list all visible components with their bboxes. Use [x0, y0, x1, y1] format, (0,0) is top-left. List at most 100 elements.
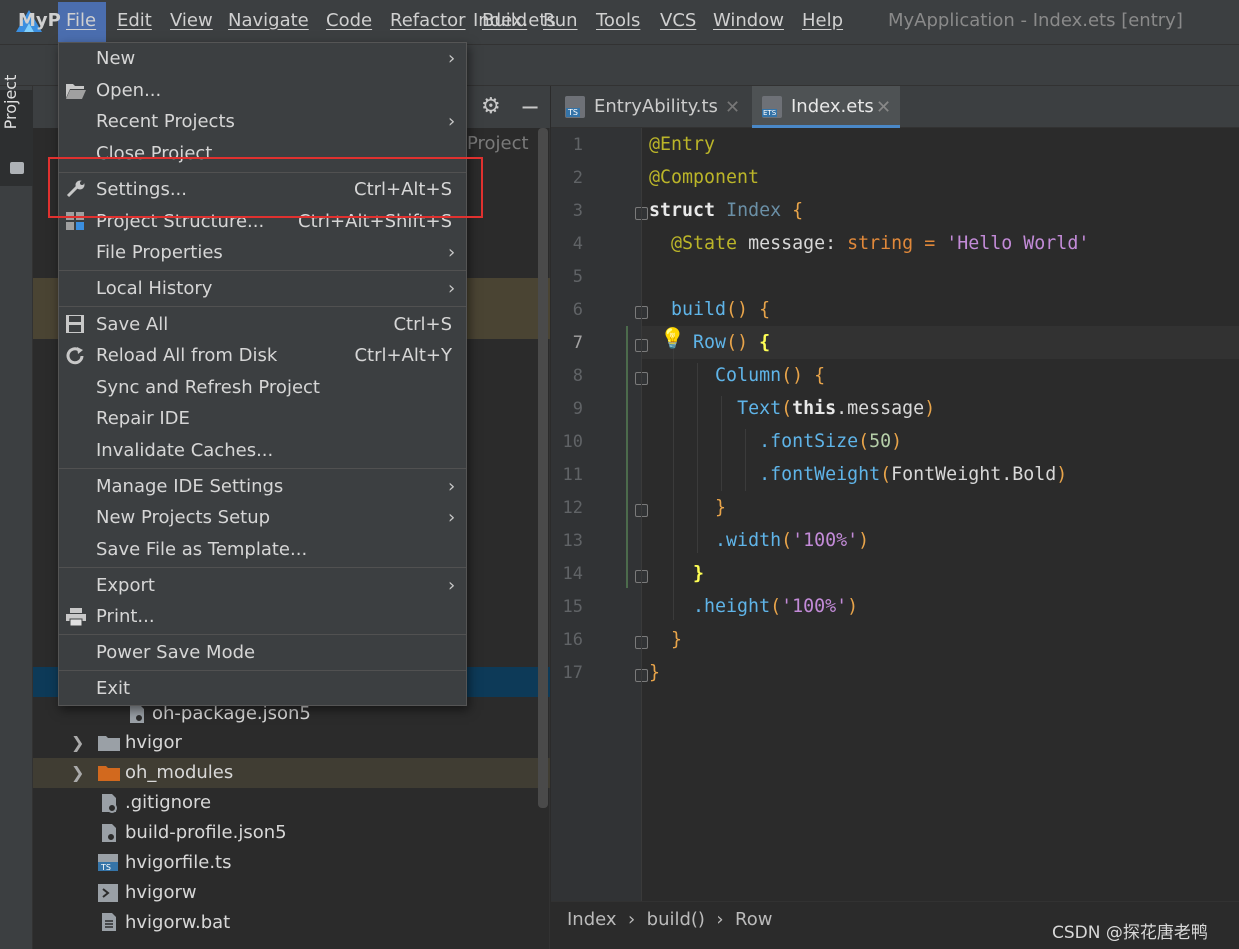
chevron-right-icon: ›	[448, 48, 456, 69]
menu-file[interactable]: File	[66, 10, 96, 31]
breadcrumb[interactable]: Index › build() › Row	[567, 909, 772, 930]
code-line: Row() {	[693, 332, 771, 353]
line-number: 2	[572, 168, 583, 188]
ets-file-icon: ETS	[762, 96, 782, 118]
menu-item-power-save-mode[interactable]: Power Save Mode	[96, 642, 255, 663]
chevron-right-icon: ›	[448, 242, 456, 263]
menu-window[interactable]: Window	[713, 10, 784, 31]
chevron-right-icon: ›	[448, 575, 456, 596]
menu-item-save-as-template[interactable]: Save File as Template...	[96, 539, 307, 560]
indent-guide	[697, 363, 698, 553]
line-number: 16	[562, 630, 583, 650]
code-line: @State message: string = 'Hello World'	[671, 233, 1090, 254]
ts-file-icon: TS	[98, 854, 118, 872]
line-number: 11	[562, 465, 583, 485]
menu-vcs[interactable]: VCS	[660, 10, 696, 31]
menu-item-save-all[interactable]: Save All	[96, 314, 168, 335]
tree-item-build-profile[interactable]: build-profile.json5	[125, 822, 287, 843]
menu-view[interactable]: View	[170, 10, 213, 31]
line-number: 5	[572, 267, 583, 287]
chevron-right-icon[interactable]: ❯	[71, 763, 84, 782]
menu-separator	[59, 567, 466, 568]
gutter-divider	[641, 128, 642, 901]
menu-item-invalidate-caches[interactable]: Invalidate Caches...	[96, 440, 273, 461]
code-line: .height('100%')	[693, 596, 859, 617]
menu-tools[interactable]: Tools	[596, 10, 640, 31]
tree-item-gitignore[interactable]: .gitignore	[125, 792, 211, 813]
menu-item-print[interactable]: Print...	[96, 606, 155, 627]
change-marker	[626, 326, 628, 588]
line-number: 13	[562, 531, 583, 551]
tree-item-oh-package[interactable]: oh-package.json5	[152, 703, 311, 724]
reload-icon	[66, 347, 84, 365]
menu-item-repair-ide[interactable]: Repair IDE	[96, 408, 190, 429]
nav-current-file[interactable]: Index.ets	[473, 10, 556, 31]
shortcut-save-all: Ctrl+S	[393, 314, 452, 335]
close-icon[interactable]: ✕	[725, 97, 740, 118]
menu-item-exit[interactable]: Exit	[96, 678, 130, 699]
tab-entry-ability[interactable]: TS EntryAbility.ts ✕	[555, 86, 747, 128]
menu-item-export[interactable]: Export	[96, 575, 155, 596]
chevron-right-icon: ›	[448, 476, 456, 497]
menu-item-file-properties[interactable]: File Properties	[96, 242, 223, 263]
chevron-right-icon: ›	[448, 111, 456, 132]
line-number: 6	[572, 300, 583, 320]
line-number: 15	[562, 597, 583, 617]
line-number: 10	[562, 432, 583, 452]
tab-label: EntryAbility.ts	[594, 96, 718, 117]
menu-separator	[59, 634, 466, 635]
code-line: }	[715, 497, 727, 518]
tree-item-hvigorw-bat[interactable]: hvigorw.bat	[125, 912, 230, 933]
line-number: 3	[572, 201, 583, 221]
menu-item-reload-from-disk[interactable]: Reload All from Disk	[96, 345, 277, 366]
folder-icon	[98, 736, 120, 751]
code-line: Text(this.message)	[737, 398, 936, 419]
tree-item-oh-modules[interactable]: oh_modules	[125, 762, 233, 783]
menu-edit[interactable]: Edit	[117, 10, 152, 31]
menu-navigate[interactable]: Navigate	[228, 10, 309, 31]
folder-orange-icon	[98, 766, 120, 781]
project-scope-label: Project	[467, 133, 529, 154]
menu-item-new[interactable]: New	[96, 48, 135, 69]
tree-item-hvigorw[interactable]: hvigorw	[125, 882, 197, 903]
code-line: @Component	[649, 167, 760, 188]
svg-text:TS: TS	[100, 863, 111, 872]
nav-project-name[interactable]: MyP	[18, 10, 61, 31]
gear-icon[interactable]: ⚙	[481, 94, 501, 119]
bat-file-icon	[102, 913, 116, 931]
chevron-right-icon: ›	[448, 507, 456, 528]
ts-file-icon: TS	[565, 96, 585, 118]
line-number-current: 7	[572, 333, 583, 353]
menu-item-sync-refresh[interactable]: Sync and Refresh Project	[96, 377, 320, 398]
line-number: 1	[572, 135, 583, 155]
menu-item-new-projects-setup[interactable]: New Projects Setup	[96, 507, 270, 528]
menu-item-open[interactable]: Open...	[96, 80, 161, 101]
code-line: }	[649, 662, 661, 683]
settings-highlight-box	[48, 157, 483, 218]
hide-panel-icon[interactable]: −	[520, 93, 540, 121]
menu-separator	[59, 306, 466, 307]
tab-index-ets[interactable]: ETS Index.ets ✕	[752, 86, 900, 128]
menu-help[interactable]: Help	[802, 10, 843, 31]
line-number: 4	[572, 234, 583, 254]
tab-label: Index.ets	[791, 96, 874, 117]
menu-item-local-history[interactable]: Local History	[96, 278, 212, 299]
menu-item-recent-projects[interactable]: Recent Projects	[96, 111, 235, 132]
chevron-right-icon[interactable]: ❯	[71, 733, 84, 752]
tree-item-hvigor[interactable]: hvigor	[125, 732, 182, 753]
tree-item-hvigorfile[interactable]: hvigorfile.ts	[125, 852, 231, 873]
menu-item-manage-ide-settings[interactable]: Manage IDE Settings	[96, 476, 283, 497]
json-config-icon	[102, 824, 116, 842]
menu-refactor[interactable]: Refactor	[390, 10, 466, 31]
code-line: build() {	[671, 299, 771, 320]
gitignore-file-icon	[102, 794, 117, 813]
line-number: 14	[562, 564, 583, 584]
watermark-text: CSDN @探花唐老鸭	[1052, 923, 1208, 943]
project-panel-scrollbar[interactable]	[538, 128, 548, 808]
menu-separator	[59, 270, 466, 271]
menu-code[interactable]: Code	[326, 10, 372, 31]
code-line: .fontSize(50)	[759, 431, 903, 452]
shortcut-reload: Ctrl+Alt+Y	[354, 345, 452, 366]
open-folder-icon	[66, 84, 86, 99]
close-icon[interactable]: ✕	[876, 97, 891, 118]
